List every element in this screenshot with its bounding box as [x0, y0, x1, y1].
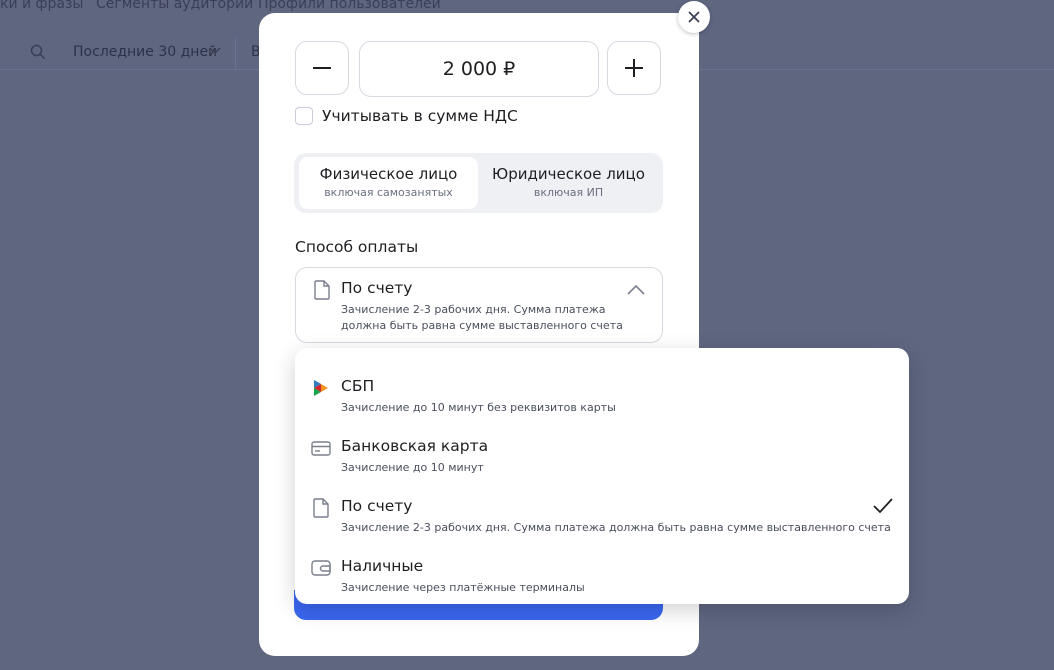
plus-icon	[625, 59, 643, 77]
checkmark-icon	[873, 498, 893, 514]
document-icon	[314, 280, 330, 300]
payer-type-title: Физическое лицо	[319, 165, 458, 183]
vat-checkbox[interactable]	[295, 107, 313, 125]
payer-type-subtitle: включая самозанятых	[324, 186, 453, 199]
payer-type-switch: Физическое лицо включая самозанятых Юрид…	[294, 153, 663, 213]
payment-option-name: Банковская карта	[341, 437, 489, 455]
payment-method-title: Способ оплаты	[295, 238, 419, 256]
payment-option-name: Наличные	[341, 557, 424, 575]
selected-payment-desc: Зачисление 2-3 рабочих дня. Сумма платеж…	[341, 303, 623, 332]
payment-option-cash[interactable]: Наличные Зачисление через платёжные терм…	[295, 538, 909, 598]
chevron-up-icon	[627, 284, 645, 295]
chevron-down-icon	[209, 47, 221, 55]
payment-option-desc: Зачисление до 10 минут	[341, 461, 484, 474]
search-icon	[30, 44, 46, 60]
background-tabs: ки и фразы Сегменты аудитории Профили по…	[0, 0, 1054, 14]
tab-keywords: ки и фразы	[0, 0, 84, 12]
wallet-icon	[311, 560, 331, 576]
payment-method-select[interactable]: По счету Зачисление 2-3 рабочих дня. Сум…	[295, 267, 663, 343]
close-button[interactable]	[678, 1, 710, 33]
payer-type-title: Юридическое лицо	[492, 165, 645, 183]
payment-option-name: По счету	[341, 497, 413, 515]
tab-user-profiles: Профили пользователей	[258, 0, 441, 12]
payer-type-subtitle: включая ИП	[533, 186, 604, 199]
document-icon	[313, 498, 329, 518]
selected-payment-name: По счету	[341, 279, 413, 297]
sbp-icon	[314, 380, 328, 396]
payment-option-name: СБП	[341, 377, 375, 395]
divider	[235, 38, 236, 68]
payment-option-desc: Зачисление 2-3 рабочих дня. Сумма платеж…	[341, 521, 891, 534]
payment-option-sbp[interactable]: СБП Зачисление до 10 минут без реквизито…	[295, 358, 909, 418]
increase-button[interactable]	[607, 41, 661, 95]
decrease-button[interactable]	[295, 41, 349, 95]
period-select: Последние 30 дней	[73, 44, 218, 60]
vat-checkbox-row[interactable]: Учитывать в сумме НДС	[295, 107, 518, 125]
payer-type-legal[interactable]: Юридическое лицо включая ИП	[478, 157, 659, 209]
payment-option-desc: Зачисление до 10 минут без реквизитов ка…	[341, 401, 616, 414]
minus-icon	[313, 67, 331, 69]
payment-option-desc: Зачисление через платёжные терминалы	[341, 581, 585, 594]
payer-type-individual[interactable]: Физическое лицо включая самозанятых	[299, 157, 478, 209]
amount-input[interactable]: 2 000 ₽	[359, 41, 599, 97]
payment-option-invoice[interactable]: По счету Зачисление 2-3 рабочих дня. Сум…	[295, 478, 909, 538]
tab-audience-segments: Сегменты аудитории	[96, 0, 254, 12]
bank-card-icon	[311, 441, 331, 456]
vat-label: Учитывать в сумме НДС	[322, 107, 518, 125]
payment-option-card[interactable]: Банковская карта Зачисление до 10 минут	[295, 418, 909, 478]
close-icon	[688, 11, 700, 23]
payment-method-dropdown: СБП Зачисление до 10 минут без реквизито…	[295, 348, 909, 604]
